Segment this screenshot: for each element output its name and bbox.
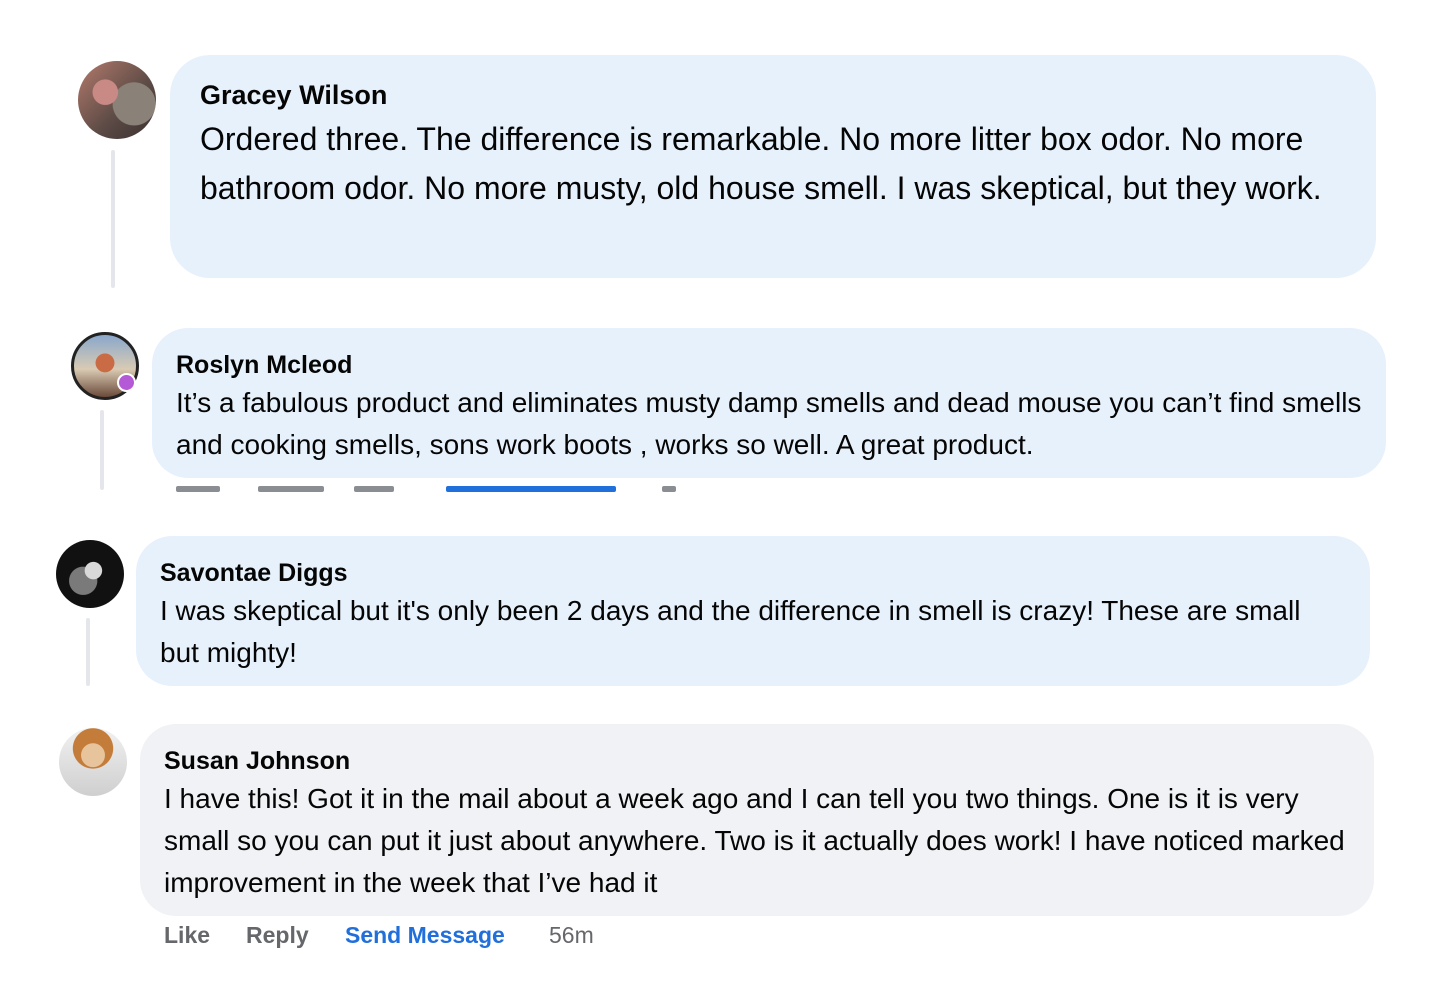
profile-badge-icon [117, 373, 136, 392]
comment-timestamp[interactable]: 56m [549, 922, 594, 949]
thread-line [111, 150, 115, 288]
comment-author[interactable]: Roslyn Mcleod [176, 348, 1362, 382]
comment-author[interactable]: Savontae Diggs [160, 556, 1346, 590]
send-message-button[interactable]: Send Message [345, 922, 505, 949]
avatar[interactable] [56, 540, 124, 608]
cropped-action-row [176, 486, 686, 492]
avatar[interactable] [59, 728, 127, 796]
comment-actions: Like Reply Send Message 56m [164, 922, 664, 954]
comment-bubble: Roslyn Mcleod It’s a fabulous product an… [152, 328, 1386, 478]
comment-author[interactable]: Gracey Wilson [200, 77, 1346, 113]
thread-line [86, 618, 90, 686]
avatar[interactable] [78, 61, 156, 139]
comment-text: I was skeptical but it's only been 2 day… [160, 595, 1301, 668]
comment-text: I have this! Got it in the mail about a … [164, 783, 1345, 898]
comment-bubble: Susan Johnson I have this! Got it in the… [140, 724, 1374, 916]
comment-bubble: Gracey Wilson Ordered three. The differe… [170, 55, 1376, 278]
comment-author[interactable]: Susan Johnson [164, 744, 1350, 778]
reply-button[interactable]: Reply [246, 922, 309, 949]
comment-bubble: Savontae Diggs I was skeptical but it's … [136, 536, 1370, 686]
thread-line [100, 410, 104, 490]
like-button[interactable]: Like [164, 922, 210, 949]
comment-text: Ordered three. The difference is remarka… [200, 121, 1322, 206]
comment-text: It’s a fabulous product and eliminates m… [176, 387, 1362, 460]
